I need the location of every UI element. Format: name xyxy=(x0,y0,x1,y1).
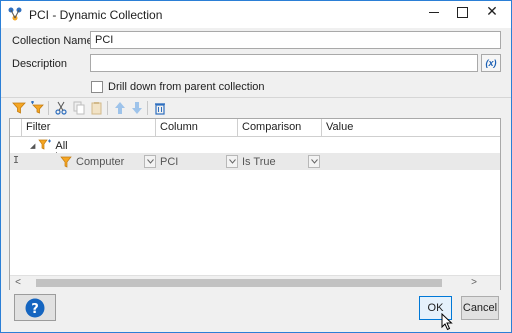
grid-header: Filter Column Comparison Value xyxy=(10,119,500,137)
variable-icon: (x) xyxy=(485,58,497,68)
help-icon: ? xyxy=(25,298,45,317)
maximize-button[interactable] xyxy=(445,1,479,23)
delete-icon[interactable] xyxy=(152,100,168,116)
filter-toolbar xyxy=(1,99,511,117)
description-label: Description xyxy=(12,58,68,70)
multi-filter-icon xyxy=(38,139,52,154)
horizontal-scrollbar[interactable]: < > xyxy=(10,275,500,290)
toolbar-divider xyxy=(48,101,49,115)
minimize-icon xyxy=(429,11,439,13)
drill-down-label: Drill down from parent collection xyxy=(108,81,265,93)
help-button[interactable]: ? xyxy=(14,294,56,321)
tree-root-all[interactable]: ◢ All xyxy=(30,139,68,153)
comparison-combo[interactable]: Is True xyxy=(242,155,276,169)
scroll-thumb[interactable] xyxy=(36,279,442,287)
column-header-comparison[interactable]: Comparison xyxy=(238,119,322,136)
column-header-filter[interactable]: Filter xyxy=(22,119,156,136)
column-header-value[interactable]: Value xyxy=(322,119,500,136)
dynamic-collection-dialog: PCI - Dynamic Collection ✕ Collection Na… xyxy=(0,0,512,333)
scroll-left-icon[interactable]: < xyxy=(12,277,24,289)
move-down-icon[interactable] xyxy=(129,100,145,116)
maximize-icon xyxy=(456,6,468,18)
toolbar-divider xyxy=(147,101,148,115)
collection-name-input[interactable]: PCI xyxy=(90,31,501,49)
cancel-button[interactable]: Cancel xyxy=(461,296,499,320)
expand-arrow-icon[interactable]: ◢ xyxy=(30,142,35,150)
toolbar-divider xyxy=(107,101,108,115)
paste-icon[interactable] xyxy=(89,100,105,116)
comparison-dropdown-button[interactable] xyxy=(308,155,320,168)
mouse-cursor-icon xyxy=(441,312,453,332)
row-edit-marker: I xyxy=(13,155,20,166)
move-up-icon[interactable] xyxy=(112,100,128,116)
filter-table-combo[interactable]: Computer xyxy=(76,155,124,169)
column-dropdown-button[interactable] xyxy=(226,155,238,168)
window-title: PCI - Dynamic Collection xyxy=(29,8,163,22)
add-filter-icon[interactable] xyxy=(11,100,27,116)
copy-icon[interactable] xyxy=(71,100,87,116)
chevron-down-icon xyxy=(146,159,154,164)
collection-name-label: Collection Name xyxy=(12,35,93,47)
svg-text:?: ? xyxy=(31,302,39,317)
column-combo[interactable]: PCI xyxy=(160,155,178,169)
column-header-column[interactable]: Column xyxy=(156,119,238,136)
app-icon xyxy=(7,6,23,22)
insert-variable-button[interactable]: (x) xyxy=(481,54,501,72)
filter-dropdown-button[interactable] xyxy=(144,155,156,168)
add-child-filter-icon[interactable] xyxy=(29,100,45,116)
tree-root-label: All xyxy=(55,140,68,152)
row-header-cell xyxy=(10,119,22,136)
scroll-right-icon[interactable]: > xyxy=(468,277,480,289)
drill-down-checkbox[interactable] xyxy=(91,81,103,93)
cut-icon[interactable] xyxy=(53,100,69,116)
close-icon: ✕ xyxy=(486,4,498,20)
toolbar-separator xyxy=(1,97,511,98)
chevron-down-icon xyxy=(310,159,318,164)
description-input[interactable] xyxy=(90,54,478,72)
close-button[interactable]: ✕ xyxy=(475,1,509,23)
filter-icon xyxy=(60,156,72,171)
title-bar: PCI - Dynamic Collection ✕ xyxy=(1,1,511,28)
chevron-down-icon xyxy=(228,159,236,164)
filter-grid[interactable]: Filter Column Comparison Value ◢ All I C… xyxy=(9,118,501,290)
